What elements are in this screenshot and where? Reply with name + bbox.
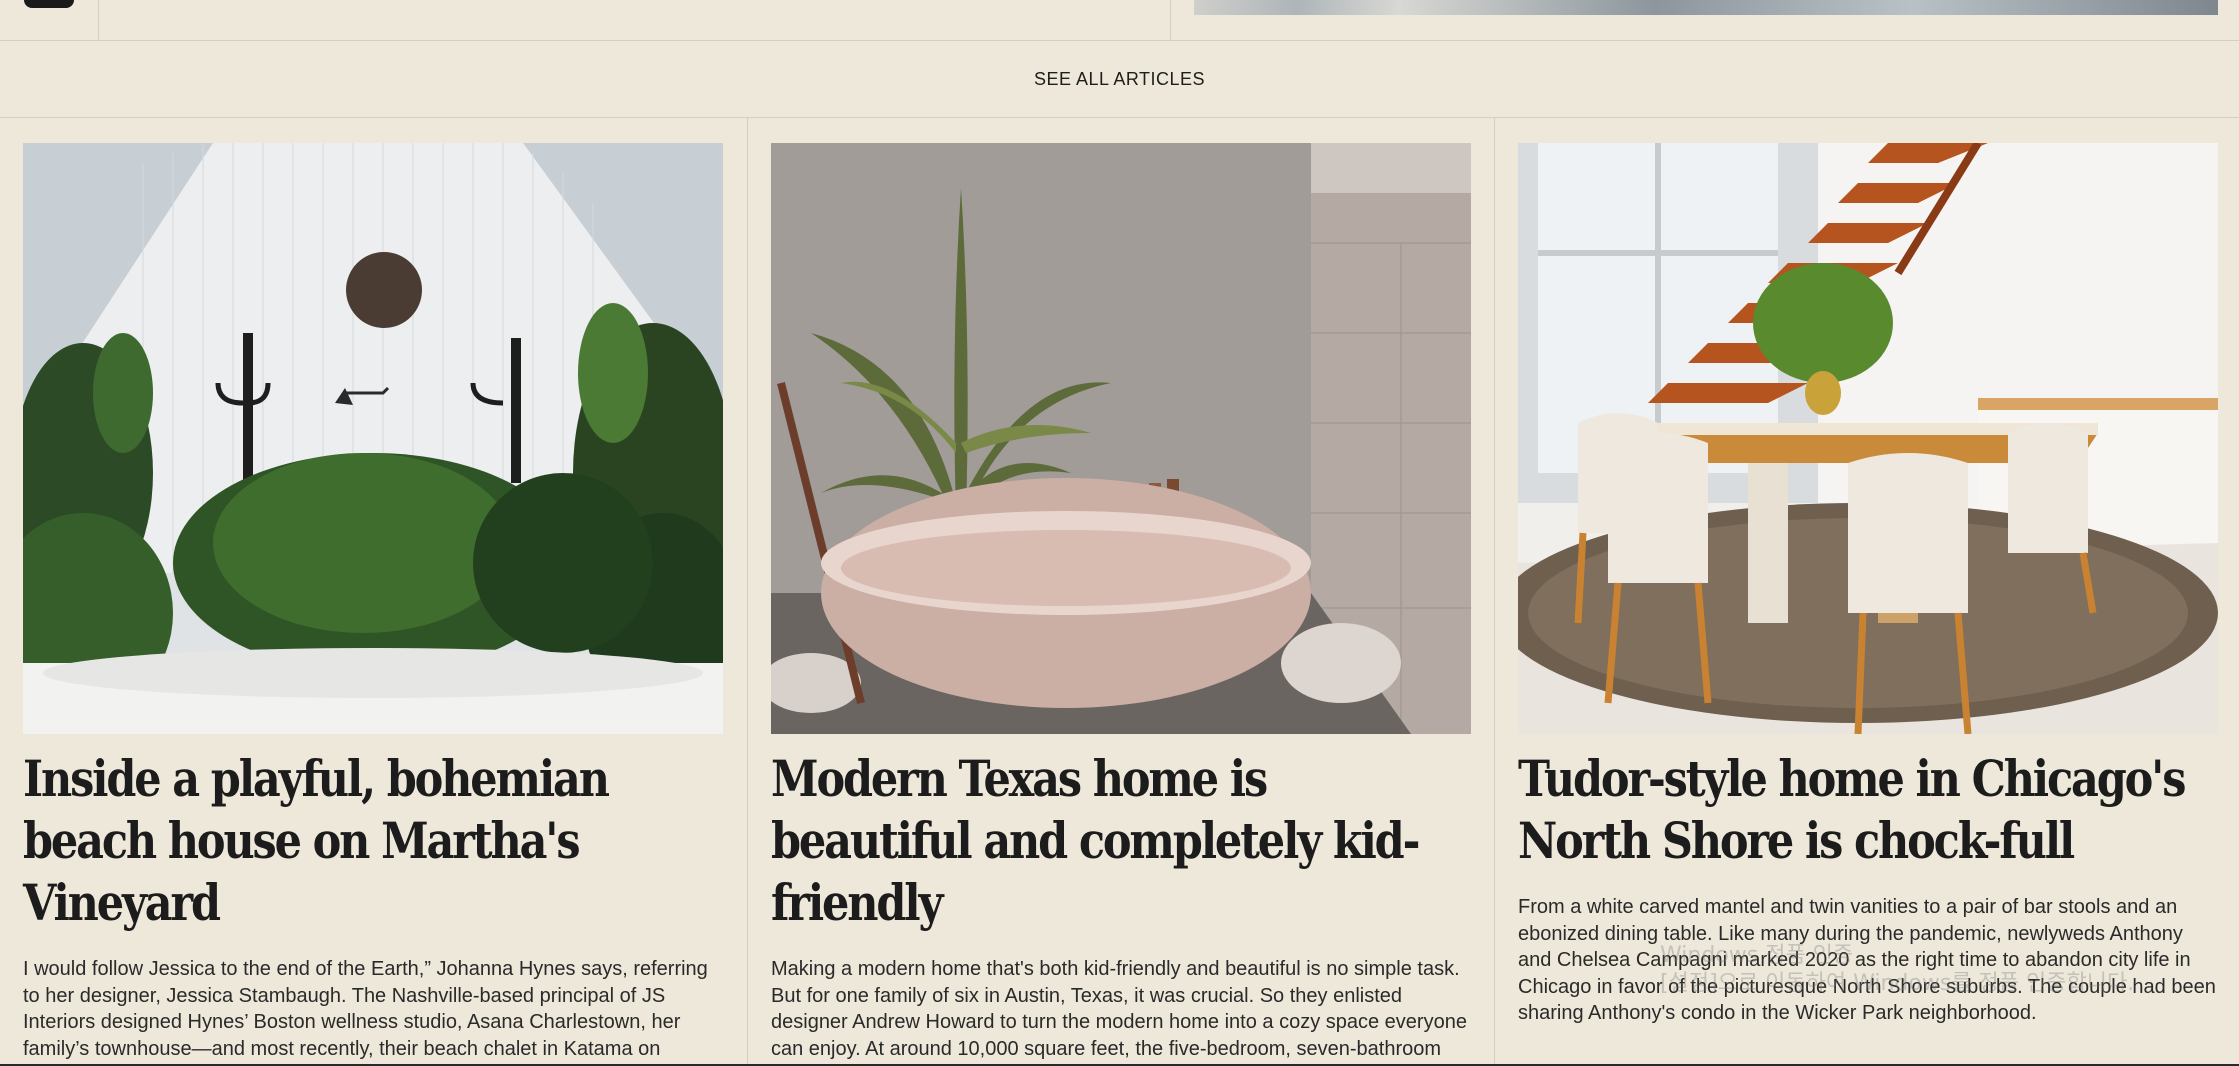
watermark-line: [설정]으로 이동하여 Windows를 정품 인증합니다. (1660, 971, 2135, 996)
dining-room-photo (1518, 143, 2218, 734)
activation-watermark: Windows 정품 인증 [설정]으로 이동하여 Windows를 정품 인증… (1660, 942, 2134, 998)
divider (98, 0, 99, 41)
column-divider (747, 118, 748, 1066)
article-title[interactable]: Modern Texas home is beautiful and compl… (771, 748, 1476, 934)
see-all-bar: SEE ALL ARTICLES (0, 41, 2239, 118)
article-image[interactable] (23, 143, 723, 734)
see-all-articles-link[interactable]: SEE ALL ARTICLES (1034, 69, 1205, 90)
bathtub-photo (771, 143, 1471, 734)
article-excerpt: I would follow Jessica to the end of the… (23, 958, 708, 1066)
column-divider (1494, 118, 1495, 1066)
logo-fragment (24, 0, 74, 8)
article-card[interactable]: Modern Texas home is beautiful and compl… (771, 143, 1471, 1066)
article-excerpt: Making a modern home that's both kid-fri… (771, 958, 1467, 1066)
previous-section-strip (0, 0, 2239, 41)
article-card[interactable]: Inside a playful, bohemian beach house o… (23, 143, 723, 1066)
article-image-fragment[interactable] (1194, 0, 2218, 15)
divider (1170, 0, 1171, 41)
bohemian-interior-photo (23, 143, 723, 734)
article-image[interactable] (771, 143, 1471, 734)
article-title[interactable]: Inside a playful, bohemian beach house o… (23, 748, 728, 934)
watermark-line: Windows 정품 인증 (1660, 943, 1854, 968)
article-title[interactable]: Tudor-style home in Chicago's North Shor… (1518, 748, 2223, 872)
article-card[interactable]: Tudor-style home in Chicago's North Shor… (1518, 143, 2218, 1027)
article-image[interactable] (1518, 143, 2218, 734)
